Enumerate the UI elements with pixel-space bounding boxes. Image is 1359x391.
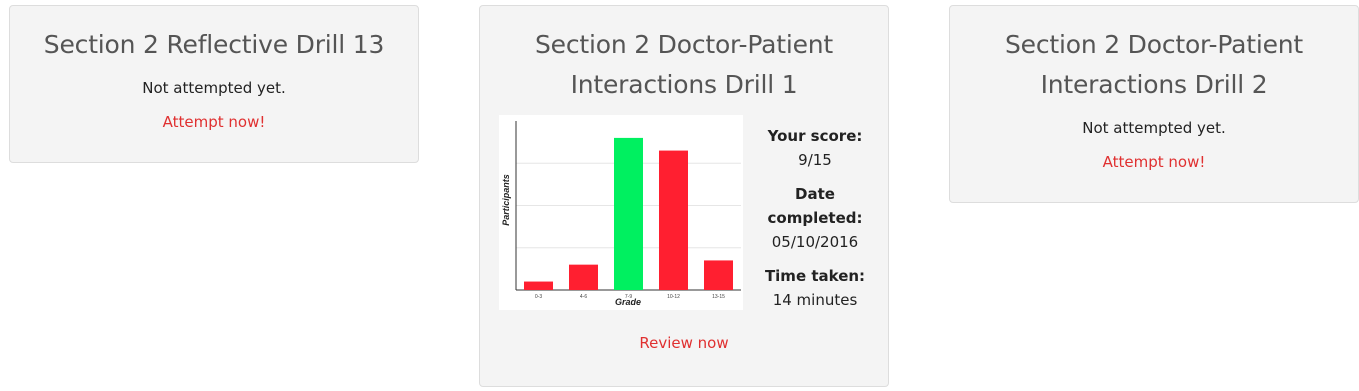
grade-distribution-chart: 0-3 4-6 7-9 10-12 13-15 Grade Participants	[499, 115, 743, 310]
drill-card-reflective-13: Section 2 Reflective Drill 13 Not attemp…	[9, 5, 419, 163]
bar-4-6	[569, 264, 598, 290]
bar-7-9	[614, 137, 643, 290]
bar-0-3	[524, 281, 553, 290]
attempt-now-link[interactable]: Attempt now!	[163, 112, 266, 132]
review-now-link[interactable]: Review now	[639, 333, 728, 353]
score-block: Your score: 9/15	[748, 124, 882, 172]
tick-label-13-15: 13-15	[712, 294, 725, 300]
drill-card-doctor-patient-1: Section 2 Doctor-Patient Interactions Dr…	[479, 5, 889, 387]
bar-10-12	[659, 150, 688, 290]
time-label: Time taken:	[764, 267, 866, 285]
result-stats: Your score: 9/15 Date completed: 05/10/2…	[748, 124, 882, 312]
score-value: 9/15	[798, 151, 832, 169]
time-line: Time taken: 14 minutes	[755, 264, 875, 312]
time-block: Time taken: 14 minutes	[748, 264, 882, 312]
x-axis-label: Grade	[615, 297, 641, 307]
bar-13-15	[704, 260, 733, 290]
date-label: Date completed:	[767, 185, 863, 227]
date-block: Date completed: 05/10/2016	[748, 182, 882, 254]
time-value: 14 minutes	[772, 291, 858, 309]
tick-label-10-12: 10-12	[667, 294, 680, 300]
date-value: 05/10/2016	[771, 233, 859, 251]
card-title: Section 2 Reflective Drill 13	[43, 30, 385, 59]
drill-card-doctor-patient-2: Section 2 Doctor-Patient Interactions Dr…	[949, 5, 1359, 203]
y-axis-label: Participants	[501, 174, 511, 226]
status-text: Not attempted yet.	[1082, 119, 1226, 137]
score-label: Your score:	[767, 127, 863, 145]
tick-label-0-3: 0-3	[535, 294, 542, 300]
review-link-row: Review now	[480, 333, 888, 353]
status-text: Not attempted yet.	[142, 79, 286, 97]
card-title: Section 2 Doctor-Patient Interactions Dr…	[1004, 30, 1304, 99]
tick-label-4-6: 4-6	[580, 294, 587, 300]
card-title: Section 2 Doctor-Patient Interactions Dr…	[534, 30, 834, 99]
chart-svg: 0-3 4-6 7-9 10-12 13-15 Grade Participants	[501, 121, 741, 307]
attempt-now-link[interactable]: Attempt now!	[1103, 152, 1206, 172]
